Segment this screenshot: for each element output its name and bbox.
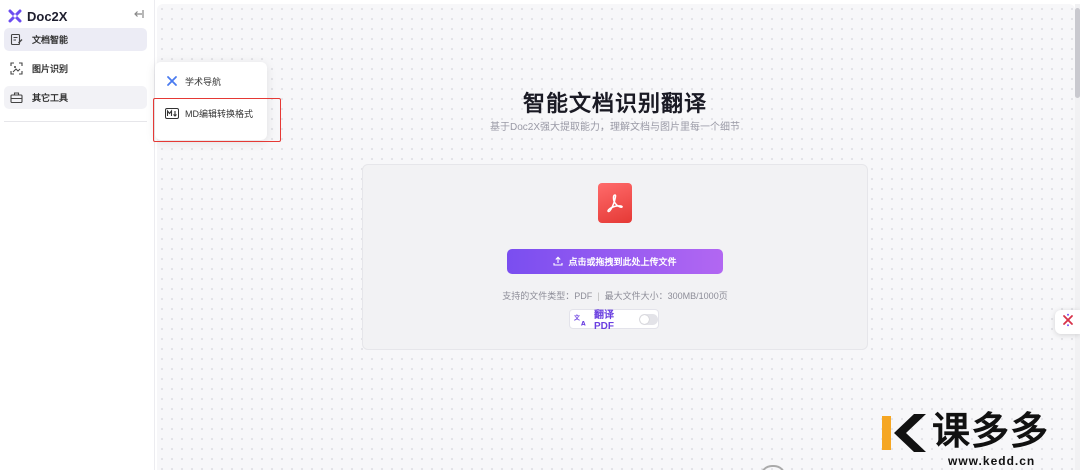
svg-text:A: A [581, 321, 586, 327]
markdown-icon [165, 107, 179, 119]
separator: | [597, 291, 600, 301]
max-size-text: 最大文件大小：300MB/1000页 [604, 291, 728, 301]
toolbox-icon [10, 91, 23, 104]
upload-button-label: 点击或拖拽到此处上传文件 [568, 257, 677, 267]
kedd-logo-icon [882, 414, 926, 452]
flyout-item-label: 学术导航 [185, 76, 222, 87]
flyout-item-academic-navigation[interactable]: 学术导航 [165, 72, 221, 90]
svg-text:文: 文 [574, 314, 581, 322]
sparkle-icon [165, 75, 179, 87]
sidebar-nav: 文档智能 图片识别 其它工具 [4, 28, 147, 115]
translate-pdf-label: 翻译 PDF [594, 310, 614, 332]
sidebar-item-label: 图片识别 [32, 64, 69, 74]
doc2x-logo-icon [8, 9, 22, 23]
supported-types-text: 支持的文件类型：PDF [502, 291, 593, 301]
toggle-switch[interactable] [639, 313, 658, 325]
flyout-item-label: MD编辑转换格式 [185, 108, 253, 119]
pdf-file-icon [598, 183, 632, 223]
supported-file-info: 支持的文件类型：PDF | 最大文件大小：300MB/1000页 [440, 289, 790, 302]
assistant-icon [1061, 313, 1075, 332]
sidebar-item-label: 其它工具 [32, 93, 69, 103]
floating-helper-button[interactable] [1055, 310, 1080, 334]
brand-name: Doc2X [27, 8, 68, 24]
sidebar-divider [4, 121, 147, 122]
document-edit-icon [10, 33, 23, 46]
watermark-text: 课多多 [932, 411, 1050, 453]
image-scan-icon [10, 62, 23, 75]
watermark-url: www.kedd.cn [948, 454, 1036, 468]
watermark: 课多多 www.kedd.cn [880, 410, 1080, 468]
flyout-item-md-editor-convert[interactable]: MD编辑转换格式 [165, 104, 253, 122]
translate-icon: 文 A [573, 313, 588, 328]
page-title: 智能文档识别翻译 [522, 91, 707, 116]
collapse-sidebar-icon[interactable] [132, 8, 144, 23]
upload-file-button[interactable]: 点击或拖拽到此处上传文件 [507, 249, 723, 274]
sidebar-item-other-tools[interactable]: 其它工具 [4, 86, 147, 109]
sidebar: Doc2X 文档智能 图片识别 其它工具 [0, 0, 155, 470]
translate-pdf-toggle[interactable]: 文 A 翻译 PDF [569, 309, 659, 332]
page-subtitle: 基于Doc2X强大提取能力，理解文档与图片里每一个细节 [489, 122, 740, 133]
sidebar-item-document-intelligence[interactable]: 文档智能 [4, 28, 147, 51]
sidebar-item-image-recognition[interactable]: 图片识别 [4, 57, 147, 80]
tools-flyout-menu: 学术导航 MD编辑转换格式 [155, 62, 267, 140]
sidebar-item-label: 文档智能 [32, 35, 69, 45]
upload-icon [553, 253, 564, 271]
brand[interactable]: Doc2X [8, 7, 67, 25]
scrollbar-thumb[interactable] [1075, 8, 1080, 98]
